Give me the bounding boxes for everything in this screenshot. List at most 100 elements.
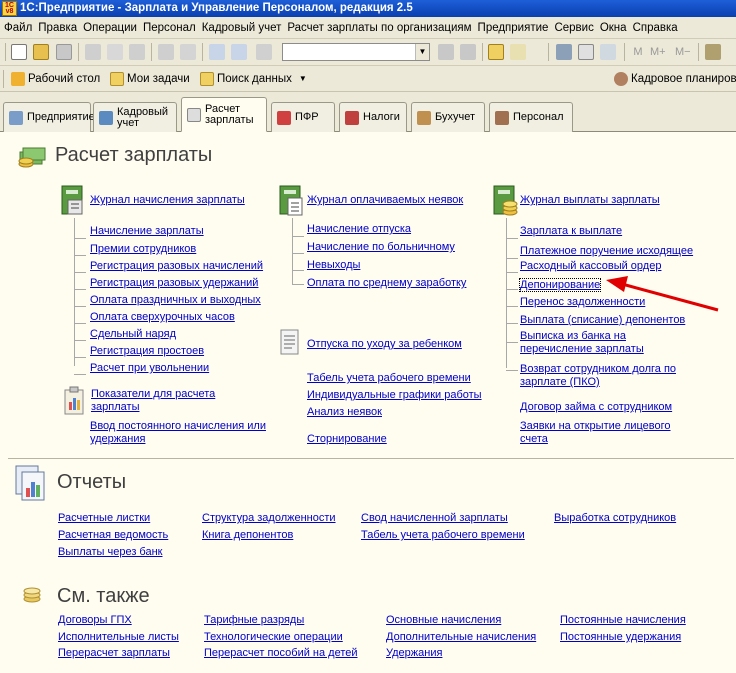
paste-icon[interactable] (129, 44, 145, 60)
indicators-link[interactable]: Показатели для расчета зарплаты (91, 388, 215, 414)
find-prev-icon[interactable] (438, 44, 454, 60)
gph-contracts-link[interactable]: Договоры ГПХ (58, 614, 132, 626)
depositors-book-link[interactable]: Книга депонентов (202, 529, 293, 541)
cut-icon[interactable] (85, 44, 101, 60)
payroll-icon (187, 107, 201, 122)
open-icon[interactable] (33, 44, 49, 60)
redo-icon[interactable] (231, 44, 247, 60)
overtime-pay-link[interactable]: Оплата сверхурочных часов (90, 311, 235, 323)
tools-icon[interactable] (705, 44, 721, 60)
storno-link[interactable]: Сторнирование (307, 433, 387, 445)
help-query-icon[interactable] (510, 44, 526, 60)
memory-m-icon[interactable]: M (630, 44, 646, 60)
recalculation-link[interactable]: Перерасчет зарплаты (58, 647, 170, 659)
menu-hr[interactable]: Кадровый учет (199, 17, 285, 39)
timesheet-link[interactable]: Табель учета рабочего времени (307, 372, 471, 384)
chevron-down-icon: ▼ (298, 74, 307, 83)
timesheet-report-link[interactable]: Табель учета рабочего времени (361, 529, 525, 541)
menu-operations[interactable]: Операции (80, 17, 140, 39)
dismissal-calc-link[interactable]: Расчет при увольнении (90, 362, 209, 374)
debt-return-link[interactable]: Возврат сотрудником долга по зарплате (П… (520, 363, 676, 389)
menu-personnel[interactable]: Персонал (140, 17, 199, 39)
my-tasks-button[interactable]: Мои задачи (110, 66, 190, 92)
salary-to-pay-link[interactable]: Зарплата к выплате (520, 225, 622, 237)
undo-icon[interactable] (209, 44, 225, 60)
one-time-deductions-link[interactable]: Регистрация разовых удержаний (90, 277, 258, 289)
tariff-grades-link[interactable]: Тарифные разряды (204, 614, 304, 626)
deposit-payout-link[interactable]: Выплата (списание) депонентов (520, 314, 685, 326)
payroll-summary-link[interactable]: Свод начисленной зарплаты (361, 512, 508, 524)
chevron-down-icon[interactable]: ▼ (415, 44, 429, 60)
absences-link[interactable]: Невыходы (307, 259, 360, 271)
work-schedules-link[interactable]: Индивидуальные графики работы (307, 389, 482, 401)
bank-statement-link[interactable]: Выписка из банка на перечисление зарплат… (520, 330, 644, 356)
tab-pfr[interactable]: ПФР (271, 102, 335, 132)
deductions-link[interactable]: Удержания (386, 647, 442, 659)
account-request-link[interactable]: Заявки на открытие лицевого счета (520, 420, 671, 446)
preview-icon[interactable] (180, 44, 196, 60)
bank-payments-link[interactable]: Выплаты через банк (58, 546, 163, 558)
additional-accruals-link[interactable]: Дополнительные начисления (386, 631, 536, 643)
menu-enterprise[interactable]: Предприятие (475, 17, 552, 39)
money-icon (18, 147, 46, 168)
payment-order-link[interactable]: Платежное поручение исходящее (520, 245, 693, 257)
loan-agreement-link[interactable]: Договор займа с сотрудником (520, 401, 672, 413)
one-time-accruals-link[interactable]: Регистрация разовых начислений (90, 260, 263, 272)
tab-personnel[interactable]: Персонал (489, 102, 573, 132)
main-accruals-link[interactable]: Основные начисления (386, 614, 501, 626)
holiday-pay-link[interactable]: Оплата праздничных и выходных (90, 294, 261, 306)
copy-icon[interactable] (107, 44, 123, 60)
child-benefit-recalc-link[interactable]: Перерасчет пособий на детей (204, 647, 358, 659)
menu-edit[interactable]: Правка (35, 17, 80, 39)
downtime-link[interactable]: Регистрация простоев (90, 345, 204, 357)
payout-journal-link[interactable]: Журнал выплаты зарплаты (520, 194, 660, 206)
desktop-button[interactable]: Рабочий стол (11, 66, 100, 92)
tab-enterprise[interactable]: Предприятие (3, 102, 95, 132)
vacation-accrual-link[interactable]: Начисление отпуска (307, 223, 411, 235)
deposit-link[interactable]: Депонирование (518, 278, 602, 292)
menu-help[interactable]: Справка (630, 17, 681, 39)
employee-output-link[interactable]: Выработка сотрудников (554, 512, 676, 524)
pay-slips-link[interactable]: Расчетные листки (58, 512, 150, 524)
print-icon[interactable] (158, 44, 174, 60)
piecework-link[interactable]: Сдельный наряд (90, 328, 176, 340)
absence-analysis-link[interactable]: Анализ неявок (307, 406, 382, 418)
cash-order-link[interactable]: Расходный кассовый ордер (520, 260, 661, 272)
tab-accounting[interactable]: Бухучет (411, 102, 485, 132)
absence-journal-link[interactable]: Журнал оплачиваемых неявок (307, 194, 463, 206)
data-search-button[interactable]: Поиск данных ▼ (200, 66, 307, 92)
coins-icon (23, 587, 41, 603)
sick-leave-link[interactable]: Начисление по больничному (307, 241, 455, 253)
payroll-sheet-link[interactable]: Расчетная ведомость (58, 529, 168, 541)
menu-service[interactable]: Сервис (551, 17, 596, 39)
help-1c-icon[interactable] (488, 44, 504, 60)
tab-taxes[interactable]: Налоги (339, 102, 407, 132)
permanent-deductions-link[interactable]: Постоянные удержания (560, 631, 681, 643)
permanent-accruals-link[interactable]: Постоянные начисления (560, 614, 686, 626)
menu-windows[interactable]: Окна (597, 17, 630, 39)
average-pay-link[interactable]: Оплата по среднему заработку (307, 277, 466, 289)
find-next-icon[interactable] (460, 44, 476, 60)
menu-file[interactable]: Файл (0, 17, 35, 39)
find-icon[interactable] (256, 44, 272, 60)
tab-payroll[interactable]: Расчет зарплаты (181, 97, 267, 132)
bonuses-link[interactable]: Премии сотрудников (90, 243, 196, 255)
tech-operations-link[interactable]: Технологические операции (204, 631, 343, 643)
memory-mminus-icon[interactable]: M− (675, 44, 697, 60)
memory-mplus-icon[interactable]: M+ (650, 44, 672, 60)
menu-payroll-org[interactable]: Расчет зарплаты по организациям (284, 17, 474, 39)
permanent-accrual-link[interactable]: Ввод постоянного начисления или удержани… (90, 420, 266, 446)
tab-hr[interactable]: Кадровый учет (93, 102, 177, 132)
calculator-icon[interactable] (556, 44, 572, 60)
table-icon[interactable] (600, 44, 616, 60)
payroll-accrual-link[interactable]: Начисление зарплаты (90, 225, 204, 237)
new-document-icon[interactable] (11, 44, 27, 60)
save-icon[interactable] (56, 44, 72, 60)
search-input[interactable]: ▼ (282, 43, 430, 61)
writs-link[interactable]: Исполнительные листы (58, 631, 179, 643)
debt-structure-link[interactable]: Структура задолженности (202, 512, 336, 524)
payroll-journal-link[interactable]: Журнал начисления зарплаты (90, 194, 245, 206)
childcare-leave-link[interactable]: Отпуска по уходу за ребенком (307, 338, 462, 350)
hr-planning-button[interactable]: Кадровое планирова (614, 66, 736, 92)
calendar-icon[interactable] (578, 44, 594, 60)
